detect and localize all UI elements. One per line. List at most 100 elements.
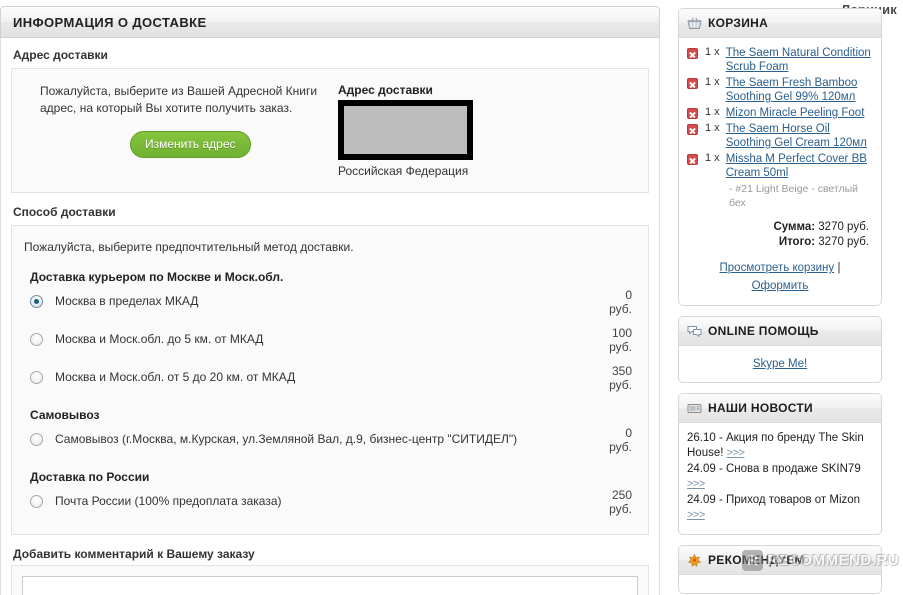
news-item: 24.09 - Снова в продаже SKIN79 >>>	[687, 462, 873, 492]
skype-me-link[interactable]: Skype Me!	[753, 358, 807, 370]
news-title: НАШИ НОВОСТИ	[708, 401, 813, 415]
news-item-more-link[interactable]: >>>	[687, 509, 705, 521]
shipping-option-row[interactable]: Почта России (100% предоплата заказа) 250…	[22, 488, 638, 516]
remove-item-icon[interactable]	[687, 124, 698, 135]
news-item-text: 26.10 - Акция по бренду The Skin House!	[687, 432, 864, 459]
shipping-option-row[interactable]: Москва в пределах МКАД 0 руб.	[22, 288, 638, 316]
shipping-price-value: 250	[611, 488, 632, 502]
change-address-button[interactable]: Изменить адрес	[130, 131, 251, 158]
shipping-price-value: 0	[625, 426, 632, 440]
shipping-address-display: Адрес доставки Российская Федерация	[338, 83, 473, 178]
online-help-body: Skype Me!	[679, 346, 881, 382]
shipping-option-price: 350 руб.	[562, 364, 632, 392]
shipping-price-currency: руб.	[609, 440, 632, 454]
order-comment-input[interactable]	[22, 576, 638, 595]
shipping-option-row[interactable]: Москва и Моск.обл. от 5 до 20 км. от МКА…	[22, 364, 638, 392]
remove-item-icon[interactable]	[687, 78, 698, 89]
view-cart-link[interactable]: Просмотреть корзину	[720, 262, 835, 274]
shipping-option-label: Самовывоз (г.Москва, м.Курская, ул.Земля…	[55, 432, 518, 446]
shipping-section-label: Способ доставки	[13, 205, 116, 219]
news-item-more-link[interactable]: >>>	[727, 447, 745, 459]
news-item: 26.10 - Акция по бренду The Skin House! …	[687, 431, 873, 461]
shipping-option-row[interactable]: Самовывоз (г.Москва, м.Курская, ул.Земля…	[22, 426, 638, 454]
remove-item-icon[interactable]	[687, 48, 698, 59]
cart-item-link[interactable]: The Saem Fresh Bamboo Soothing Gel 99% 1…	[726, 76, 873, 104]
cart-item-qty: 1 x	[705, 152, 720, 164]
cart-actions: Просмотреть корзину | Оформить	[687, 259, 873, 295]
news-item: 24.09 - Приход товаров от Mizon >>>	[687, 493, 873, 523]
cart-item: 1 x The Saem Horse Oil Soothing Gel Cream…	[687, 122, 873, 150]
remove-item-icon[interactable]	[687, 154, 698, 165]
page-title: ИНФОРМАЦИЯ О ДОСТАВКЕ	[13, 14, 207, 30]
news-item-more-link[interactable]: >>>	[687, 478, 705, 490]
shipping-price-value: 350	[611, 364, 632, 378]
cart-subtotal-label: Сумма:	[773, 221, 816, 233]
shipping-lead-text: Пожалуйста, выберите предпочтительный ме…	[24, 240, 354, 254]
shipping-price-value: 100	[611, 326, 632, 340]
basket-icon	[687, 17, 702, 30]
cart-total-label: Итого:	[778, 236, 816, 248]
shipping-method-box: Пожалуйста, выберите предпочтительный ме…	[11, 225, 649, 535]
newspaper-icon	[687, 402, 702, 415]
checkout-link[interactable]: Оформить	[752, 280, 809, 292]
remove-item-icon[interactable]	[687, 108, 698, 119]
recommend-title: РЕКОМЕНДУЕМ	[708, 553, 805, 567]
shipping-option-price: 100 руб.	[562, 326, 632, 354]
shipping-option-radio[interactable]	[30, 433, 43, 446]
delivery-information-panel: ИНФОРМАЦИЯ О ДОСТАВКЕ Адрес доставки Пож…	[0, 6, 660, 595]
cart-item-qty: 1 x	[705, 46, 720, 58]
shipping-price-value: 0	[625, 288, 632, 302]
news-item-list: 26.10 - Акция по бренду The Skin House! …	[687, 431, 873, 523]
cart-widget-body: 1 x The Saem Natural Condition Scrub Foam…	[679, 38, 881, 305]
cart-item-qty: 1 x	[705, 122, 720, 134]
panel-body: Адрес доставки Пожалуйста, выберите из В…	[0, 38, 660, 595]
shipping-price-currency: руб.	[609, 378, 632, 392]
shipping-option-label: Москва и Моск.обл. от 5 до 20 км. от МКА…	[55, 370, 296, 384]
shipping-groups: Доставка курьером по Москве и Моск.обл. М…	[22, 270, 638, 516]
address-section-label: Адрес доставки	[13, 48, 108, 62]
online-help-title: ONLINE ПОМОЩЬ	[708, 324, 819, 338]
cart-widget-title: КОРЗИНА	[708, 16, 769, 30]
panel-header: ИНФОРМАЦИЯ О ДОСТАВКЕ	[0, 6, 660, 38]
cart-item-variant: - #21 Light Beige - светлый бех	[729, 183, 859, 209]
address-instruction-area: Пожалуйста, выберите из Вашей Адресной К…	[28, 83, 328, 158]
comment-box	[11, 565, 649, 595]
cart-item-link[interactable]: The Saem Horse Oil Soothing Gel Cream 12…	[726, 122, 873, 150]
shipping-option-radio[interactable]	[30, 495, 43, 508]
cart-totals: Сумма: 3270 руб. Итого: 3270 руб.	[687, 220, 873, 250]
shipping-price-currency: руб.	[609, 302, 632, 316]
cart-subtotal-value: 3270 руб.	[818, 221, 869, 233]
recommend-body	[679, 575, 881, 593]
shipping-option-price: 0 руб.	[562, 426, 632, 454]
shipping-option-radio[interactable]	[30, 295, 43, 308]
shipping-price-currency: руб.	[609, 502, 632, 516]
sidebar: КОРЗИНА 1 x The Saem Natural Condition Sc…	[678, 8, 882, 594]
shipping-group-title: Самовывоз	[30, 408, 100, 422]
cart-item: 1 x Mizon Miracle Peeling Foot	[687, 106, 873, 120]
cart-item-link[interactable]: Missha M Perfect Cover BB Cream 50ml	[726, 152, 873, 180]
cart-item: 1 x The Saem Natural Condition Scrub Foam	[687, 46, 873, 74]
shipping-option-radio[interactable]	[30, 371, 43, 384]
cart-total-value: 3270 руб.	[818, 236, 869, 248]
news-body: 26.10 - Акция по бренду The Skin House! …	[679, 423, 881, 534]
shipping-option-price: 250 руб.	[562, 488, 632, 516]
cart-item-link[interactable]: Mizon Miracle Peeling Foot	[726, 106, 873, 120]
shipping-option-label: Москва в пределах МКАД	[55, 294, 199, 308]
cart-item-link[interactable]: The Saem Natural Condition Scrub Foam	[726, 46, 873, 74]
shipping-option-row[interactable]: Москва и Моск.обл. до 5 км. от МКАД 100 ру…	[22, 326, 638, 354]
shipping-price-currency: руб.	[609, 340, 632, 354]
shipping-option-label: Почта России (100% предоплата заказа)	[55, 494, 282, 508]
cart-widget: КОРЗИНА 1 x The Saem Natural Condition Sc…	[678, 8, 882, 306]
redacted-address-block	[338, 100, 473, 160]
cart-item-list: 1 x The Saem Natural Condition Scrub Foam…	[687, 46, 873, 210]
cart-item: 1 x The Saem Fresh Bamboo Soothing Gel 99…	[687, 76, 873, 104]
cart-item-qty: 1 x	[705, 106, 720, 118]
cart-item: 1 x Missha M Perfect Cover BB Cream 50ml	[687, 152, 873, 180]
online-help-header: ONLINE ПОМОЩЬ	[679, 317, 881, 346]
page-root: Ларичик ИНФОРМАЦИЯ О ДОСТАВКЕ Адрес дост…	[0, 0, 903, 595]
shipping-option-radio[interactable]	[30, 333, 43, 346]
shipping-address-header: Адрес доставки	[338, 83, 433, 97]
recommend-widget: РЕКОМЕНДУЕМ	[678, 545, 882, 594]
shipping-group-title: Доставка по России	[30, 470, 150, 484]
shipping-option-label: Москва и Моск.обл. до 5 км. от МКАД	[55, 332, 264, 346]
